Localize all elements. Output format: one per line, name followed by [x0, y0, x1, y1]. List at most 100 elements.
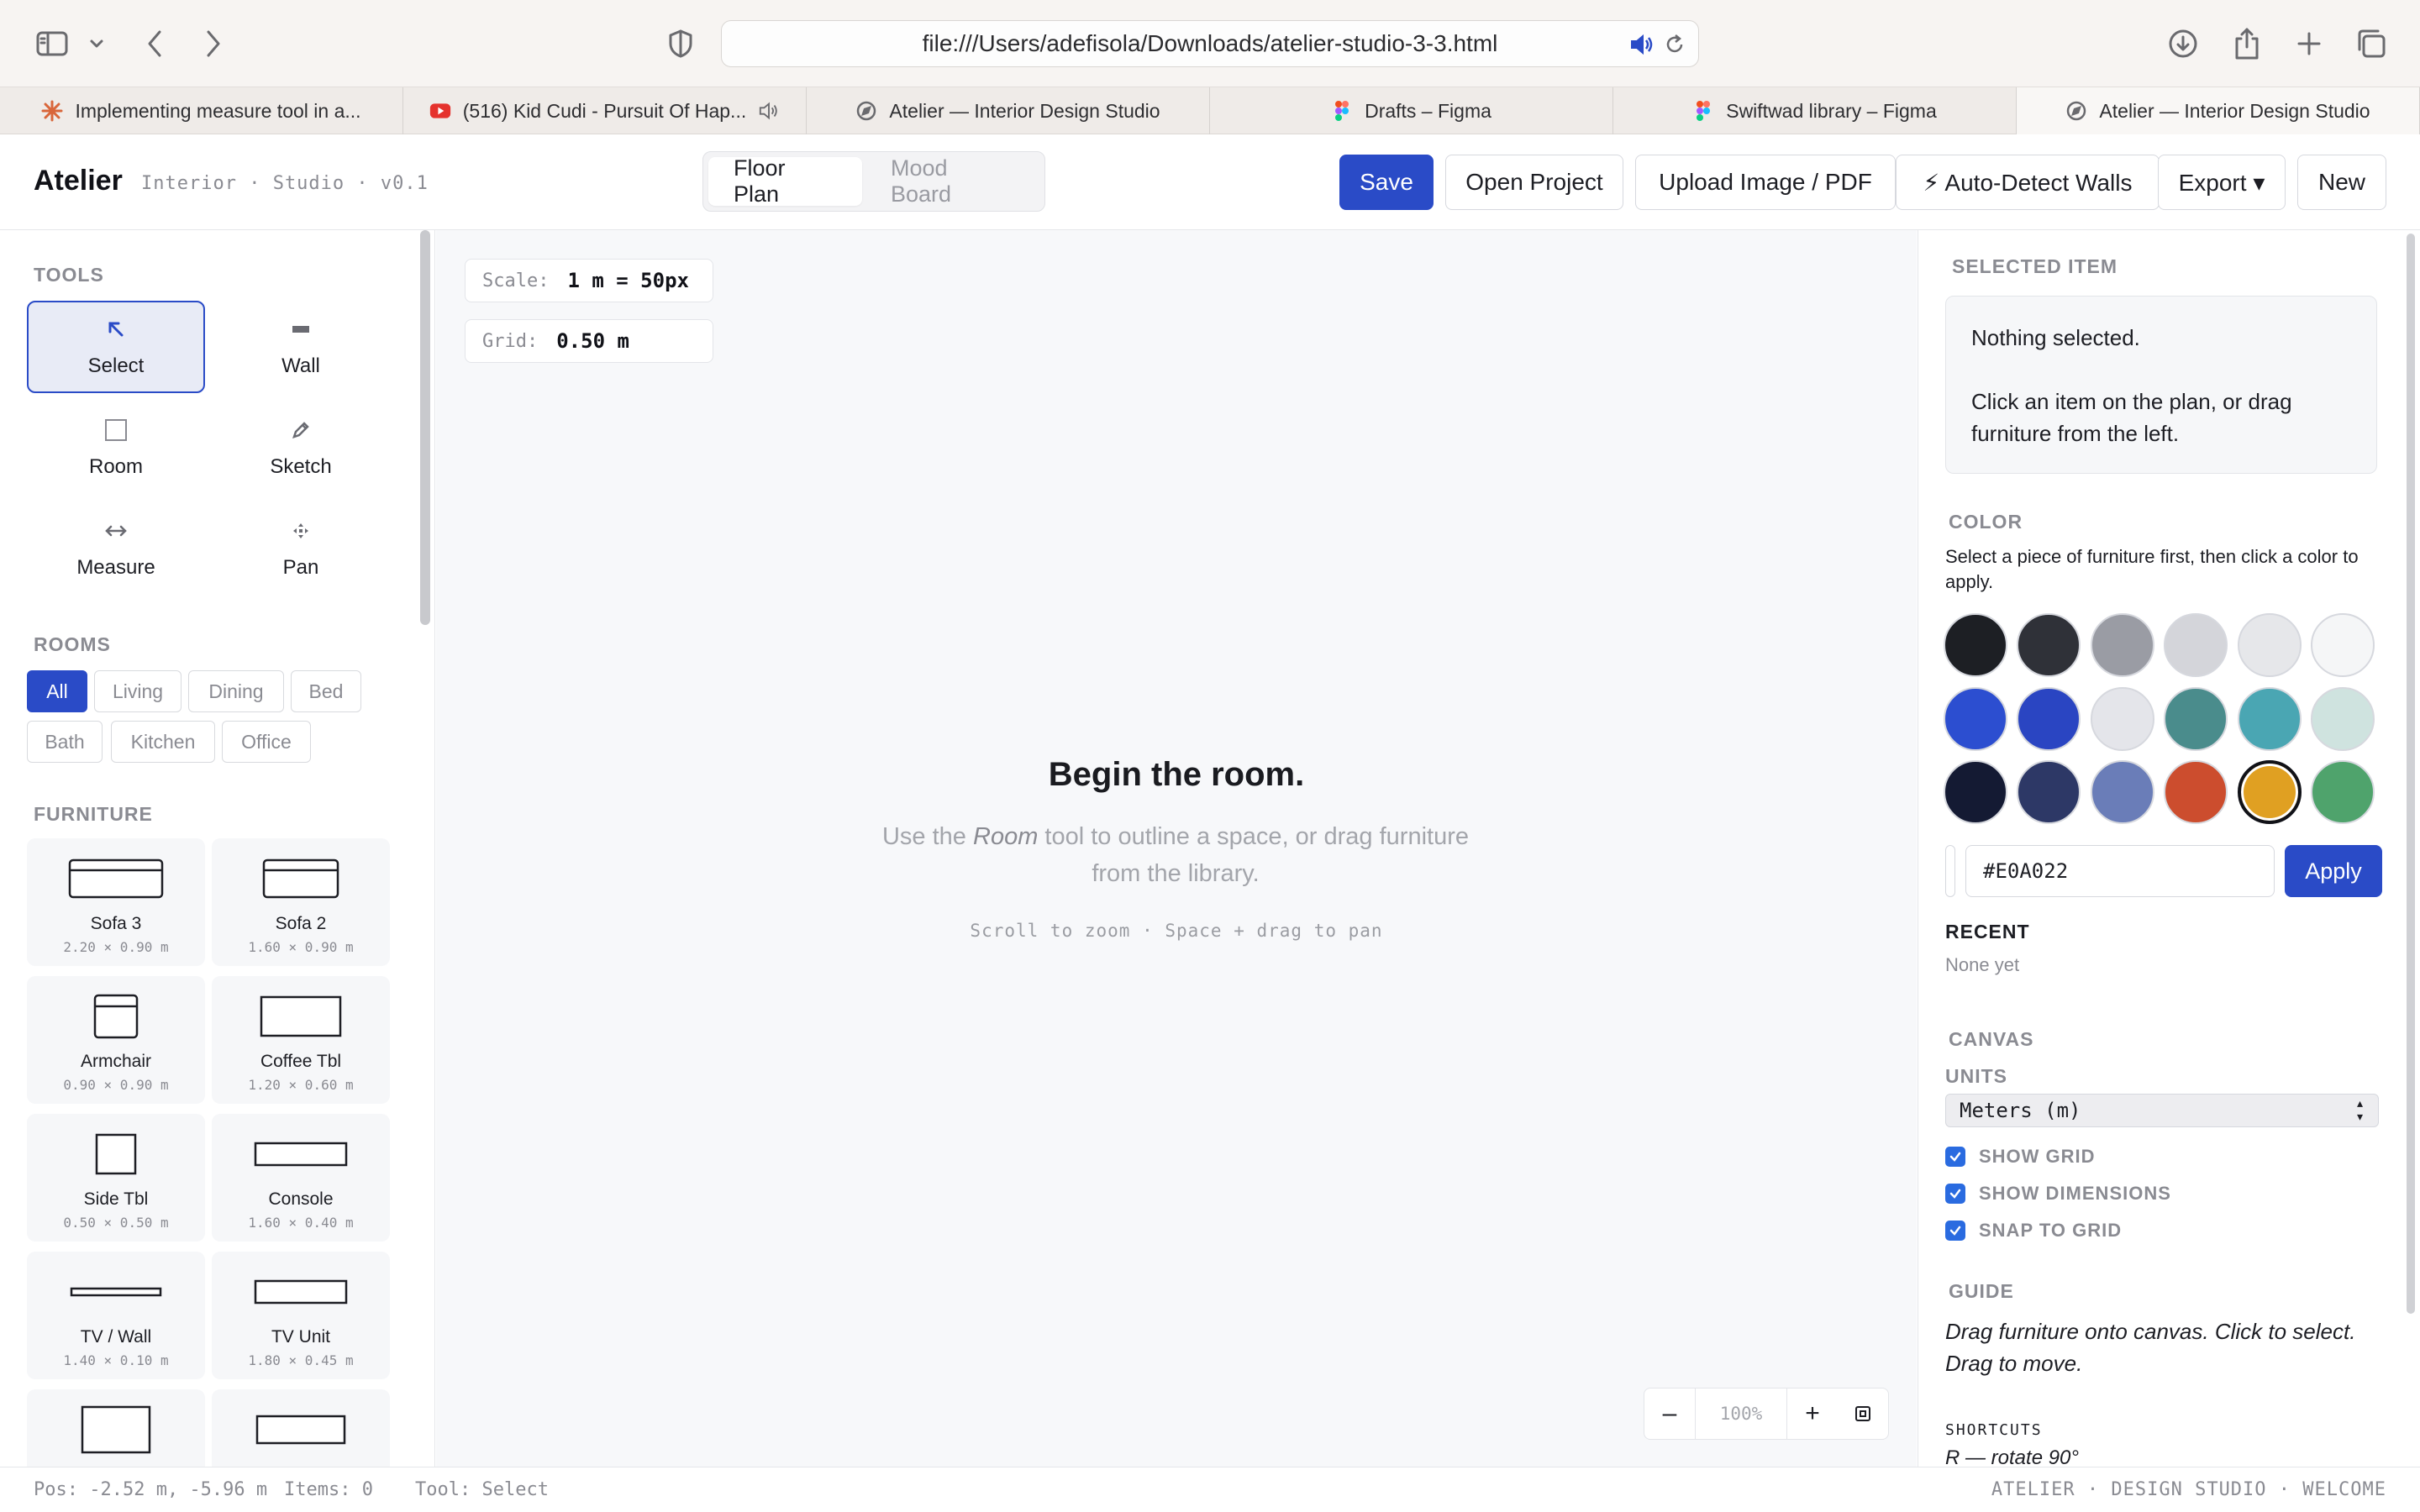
color-swatch[interactable] — [2090, 613, 2154, 677]
room-filter-kitchen[interactable]: Kitchen — [111, 721, 215, 763]
sidebar-scrollbar[interactable] — [420, 230, 430, 625]
color-swatch[interactable] — [2017, 760, 2081, 824]
furniture-side-table[interactable]: Side Tbl 0.50 × 0.50 m — [27, 1114, 205, 1242]
speaker-icon[interactable] — [1629, 33, 1655, 60]
furniture-sofa-2[interactable]: Sofa 2 1.60 × 0.90 m — [212, 838, 390, 966]
units-value: Meters (m) — [1960, 1099, 2081, 1122]
new-tab-icon[interactable] — [2291, 25, 2328, 62]
color-swatch[interactable] — [1944, 760, 2007, 824]
color-swatch[interactable] — [2090, 760, 2154, 824]
color-swatch[interactable] — [2311, 760, 2375, 824]
tool-wall[interactable]: Wall — [212, 301, 390, 393]
snap-to-grid-checkbox[interactable]: SNAP TO GRID — [1945, 1218, 2122, 1243]
brand-subtitle: Interior · Studio · v0.1 — [141, 173, 429, 194]
shield-icon[interactable] — [664, 25, 697, 62]
room-filter-living[interactable]: Living — [94, 670, 182, 712]
show-grid-checkbox[interactable]: SHOW GRID — [1945, 1144, 2096, 1169]
browser-tab[interactable]: Atelier — Interior Design Studio — [807, 87, 1210, 134]
reload-icon[interactable] — [1663, 33, 1686, 60]
tab-overview-icon[interactable] — [2353, 25, 2390, 62]
forward-icon[interactable] — [197, 25, 230, 62]
room-filter-office[interactable]: Office — [222, 721, 311, 763]
hex-color-input[interactable]: #E0A022 — [1965, 845, 2275, 897]
color-swatch[interactable] — [2311, 613, 2375, 677]
apply-color-button[interactable]: Apply — [2285, 845, 2382, 897]
figma-icon — [1692, 100, 1714, 122]
guide-text: Drag furniture onto canvas. Click to sel… — [1945, 1319, 2356, 1376]
url-bar[interactable]: file:///Users/adefisola/Downloads/atelie… — [721, 20, 1699, 67]
color-swatch[interactable] — [2090, 686, 2154, 751]
panel-scrollbar[interactable] — [2407, 234, 2415, 1314]
room-filter-bath[interactable]: Bath — [27, 721, 103, 763]
browser-tab-active[interactable]: Atelier — Interior Design Studio — [2017, 87, 2420, 134]
furniture-dims: 0.50 × 0.50 m — [63, 1215, 169, 1231]
new-button[interactable]: New — [2297, 155, 2386, 210]
furniture-dims: 1.20 × 0.60 m — [248, 1077, 354, 1093]
tab-mood-board[interactable]: Mood Board — [865, 155, 1039, 207]
color-swatch[interactable] — [2164, 686, 2228, 751]
save-button[interactable]: Save — [1339, 155, 1434, 210]
room-filter-all[interactable]: All — [27, 670, 87, 712]
tab-bar: Implementing measure tool in a... (516) … — [0, 87, 2420, 134]
furniture-tv-unit[interactable]: TV Unit 1.80 × 0.45 m — [212, 1252, 390, 1379]
tool-sketch[interactable]: Sketch — [212, 402, 390, 494]
recent-title: RECENT — [1945, 921, 2030, 942]
show-dimensions-checkbox[interactable]: SHOW DIMENSIONS — [1945, 1181, 2171, 1206]
empty-body-emphasis: Room — [973, 823, 1039, 850]
furniture-name: TV Unit — [271, 1327, 330, 1347]
open-project-button[interactable]: Open Project — [1445, 155, 1623, 210]
units-select[interactable]: Meters (m) ▴ ▾ — [1945, 1094, 2379, 1127]
room-filter-bed[interactable]: Bed — [291, 670, 361, 712]
download-icon[interactable] — [2165, 25, 2202, 62]
color-description: Select a piece of furniture first, then … — [1945, 546, 2359, 592]
color-swatch[interactable] — [2164, 613, 2228, 677]
color-swatch[interactable] — [2017, 613, 2081, 677]
tab-floor-plan[interactable]: Floor Plan — [708, 155, 862, 207]
upload-button[interactable]: Upload Image / PDF — [1635, 155, 1896, 210]
furniture-armchair[interactable]: Armchair 0.90 × 0.90 m — [27, 976, 205, 1104]
speaker-icon[interactable] — [758, 100, 780, 122]
chevron-down-icon[interactable] — [84, 25, 109, 62]
tv-wall-shape — [70, 1268, 162, 1315]
color-swatch[interactable] — [2164, 760, 2228, 824]
selected-item-title: SELECTED ITEM — [1952, 255, 2118, 277]
furniture-sofa-3[interactable]: Sofa 3 2.20 × 0.90 m — [27, 838, 205, 966]
color-swatch[interactable] — [2017, 686, 2081, 751]
export-button[interactable]: Export ▾ — [2158, 155, 2286, 210]
share-icon[interactable] — [2228, 25, 2265, 62]
furniture-shape — [255, 1406, 346, 1453]
fit-view-icon[interactable] — [1838, 1389, 1888, 1439]
tool-select[interactable]: Select — [27, 301, 205, 393]
back-icon[interactable] — [138, 25, 171, 62]
floor-plan-canvas[interactable]: Scale: 1 m = 50px Grid: 0.50 m Begin the… — [436, 230, 1917, 1467]
furniture-card-partial[interactable] — [212, 1389, 390, 1467]
tool-room[interactable]: Room — [27, 402, 205, 494]
tool-measure[interactable]: Measure — [27, 502, 205, 595]
grid-label: Grid: — [482, 330, 539, 352]
zoom-in-button[interactable]: + — [1787, 1389, 1838, 1439]
color-swatch[interactable] — [2237, 760, 2302, 824]
browser-tab[interactable]: Swiftwad library – Figma — [1613, 87, 2017, 134]
sidebar-toggle-icon[interactable] — [32, 25, 72, 62]
browser-tab[interactable]: (516) Kid Cudi - Pursuit Of Hap... — [403, 87, 807, 134]
armchair-shape — [92, 993, 139, 1040]
console-shape — [254, 1131, 348, 1178]
furniture-console[interactable]: Console 1.60 × 0.40 m — [212, 1114, 390, 1242]
status-bar: Pos: -2.52 m, -5.96 m Items: 0 Tool: Sel… — [0, 1467, 2420, 1512]
color-swatch[interactable] — [1944, 686, 2007, 751]
browser-tab[interactable]: Implementing measure tool in a... — [0, 87, 403, 134]
tool-pan[interactable]: Pan — [212, 502, 390, 595]
color-swatch[interactable] — [2237, 613, 2302, 677]
empty-body-text: tool to outline a space, or drag furnitu… — [1044, 823, 1470, 887]
color-swatch[interactable] — [2237, 686, 2302, 751]
auto-detect-walls-button[interactable]: ⚡ Auto-Detect Walls — [1896, 155, 2160, 210]
zoom-out-button[interactable]: – — [1644, 1389, 1695, 1439]
color-swatch[interactable] — [1944, 613, 2007, 677]
color-swatch[interactable] — [2311, 686, 2375, 751]
furniture-coffee-table[interactable]: Coffee Tbl 1.20 × 0.60 m — [212, 976, 390, 1104]
furniture-dims: 1.40 × 0.10 m — [63, 1352, 169, 1368]
furniture-card-partial[interactable] — [27, 1389, 205, 1467]
furniture-tv-wall[interactable]: TV / Wall 1.40 × 0.10 m — [27, 1252, 205, 1379]
browser-tab[interactable]: Drafts – Figma — [1210, 87, 1613, 134]
room-filter-dining[interactable]: Dining — [188, 670, 284, 712]
